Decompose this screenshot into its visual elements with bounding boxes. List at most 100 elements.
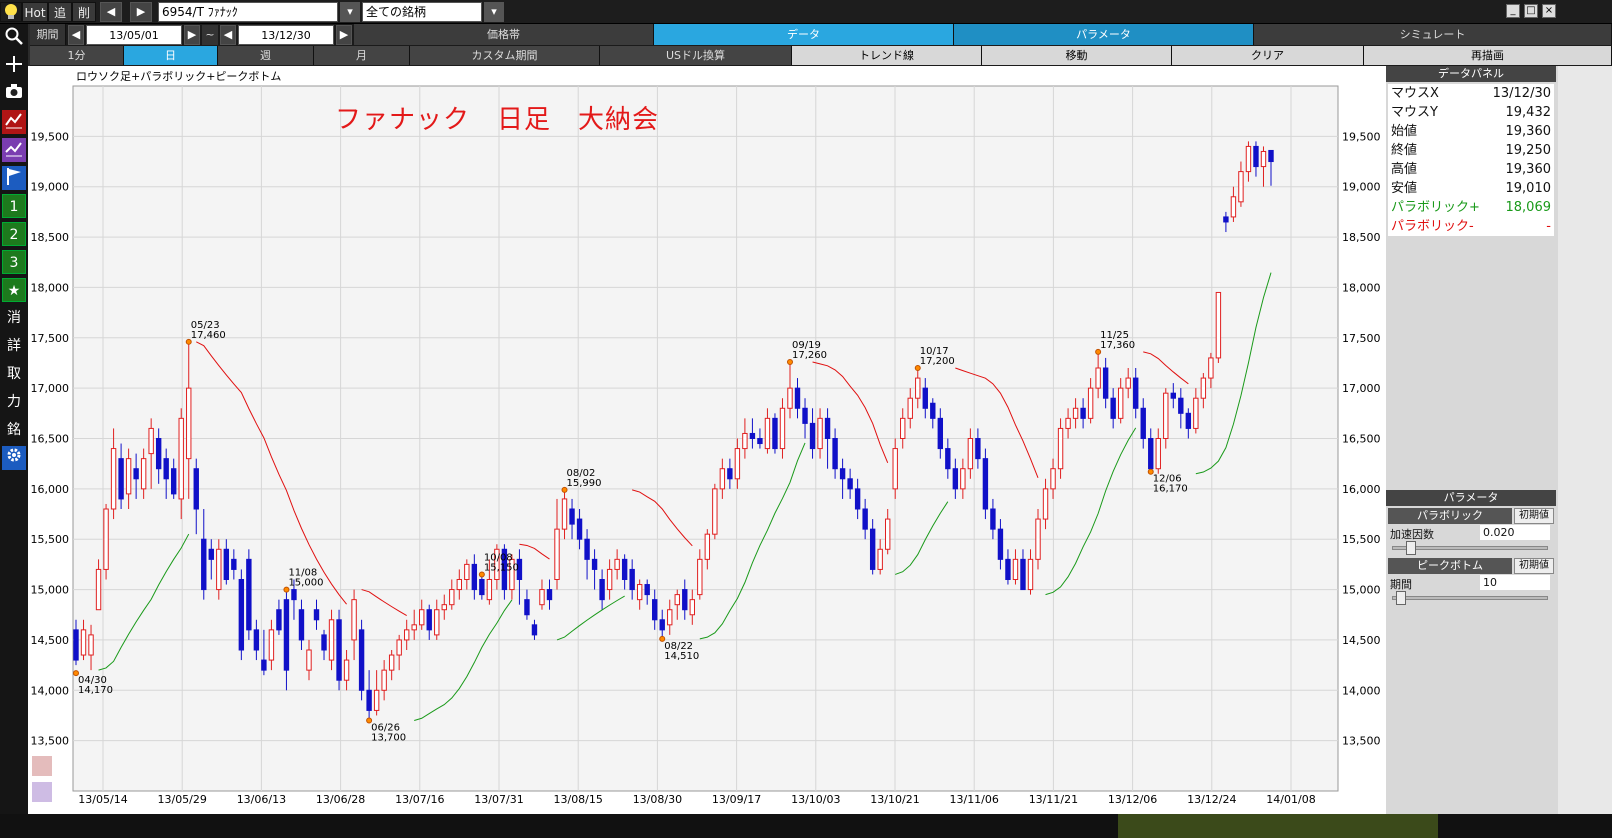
tab-daily[interactable]: 日 — [124, 46, 218, 65]
tab-trendline[interactable]: トレンド線 — [792, 46, 982, 65]
peak-bottom-value: 14,510 — [664, 651, 699, 662]
y-tick-label-right: 16,500 — [1342, 433, 1381, 446]
overlay-chart-icon[interactable] — [32, 756, 52, 776]
fetch-button[interactable]: 取 — [2, 362, 26, 386]
candle-body — [125, 458, 132, 495]
star-icon[interactable]: ★ — [2, 278, 26, 302]
prev-symbol-button[interactable]: ◀ — [100, 2, 122, 22]
close-icon[interactable]: × — [1542, 4, 1556, 18]
y-tick-label-right: 16,000 — [1342, 483, 1381, 496]
crosshair-icon[interactable] — [2, 54, 26, 78]
candle-body — [749, 432, 756, 440]
next-symbol-button[interactable]: ▶ — [130, 2, 152, 22]
period-to-prev[interactable]: ◀ — [220, 25, 236, 45]
candle-body — [261, 659, 267, 671]
candle-body — [621, 558, 628, 581]
candle-body — [1117, 387, 1124, 419]
candle-body — [163, 458, 169, 480]
tab-usd-conversion[interactable]: USドル換算 — [600, 46, 792, 65]
universe-dropdown-button[interactable]: ▾ — [484, 2, 504, 22]
candle-body — [1268, 149, 1274, 163]
data-panel-key: マウスX — [1391, 86, 1439, 101]
overlay-indicator-icon[interactable] — [32, 782, 52, 802]
candle-body — [742, 432, 748, 450]
tab-custom-period[interactable]: カスタム期間 — [410, 46, 600, 65]
hot-button[interactable]: Hot — [22, 2, 48, 22]
y-tick-label: 17,500 — [31, 332, 70, 345]
indicator-chart-icon[interactable] — [2, 138, 26, 162]
period-slider-handle[interactable] — [1396, 591, 1406, 605]
candle-body — [930, 402, 936, 419]
preset-3-button[interactable]: 3 — [2, 250, 26, 274]
parabolic-reset-button[interactable]: 初期値 — [1514, 508, 1554, 524]
lightbulb-icon[interactable] — [0, 2, 22, 22]
peak-bottom-value: 17,460 — [191, 330, 226, 341]
candle-body — [606, 568, 613, 591]
minimize-icon[interactable]: _ — [1506, 4, 1520, 18]
candle-body — [208, 548, 214, 560]
tab-monthly[interactable]: 月 — [314, 46, 410, 65]
period-param-slider[interactable] — [1392, 596, 1548, 600]
line-chart-icon[interactable] — [2, 110, 26, 134]
candle-body — [396, 639, 402, 656]
tab-price-band[interactable]: 価格帯 — [354, 24, 654, 45]
period-from-input[interactable]: 13/05/01 — [86, 25, 182, 45]
y-tick-label: 16,500 — [31, 433, 70, 446]
candle-body — [682, 589, 688, 611]
x-tick-label: 13/05/14 — [78, 793, 127, 806]
stock-button[interactable]: 銘 — [2, 418, 26, 442]
flag-icon[interactable] — [2, 166, 26, 190]
period-param-input[interactable]: 10 — [1480, 575, 1550, 590]
symbol-dropdown-button[interactable]: ▾ — [340, 2, 360, 22]
candle-body — [328, 619, 335, 661]
accel-factor-input[interactable]: 0.020 — [1480, 525, 1550, 540]
data-panel-row: 始値 19,360 — [1388, 122, 1554, 141]
y-tick-label-right: 14,500 — [1342, 634, 1381, 647]
x-tick-label: 13/08/30 — [633, 793, 682, 806]
input-button[interactable]: 力 — [2, 390, 26, 414]
tab-parameters[interactable]: パラメータ — [954, 24, 1254, 45]
tab-redraw[interactable]: 再描画 — [1364, 46, 1612, 65]
camera-icon[interactable] — [2, 82, 26, 106]
data-panel-value: 19,360 — [1505, 162, 1552, 177]
peakbottom-reset-button[interactable]: 初期値 — [1514, 558, 1554, 574]
period-to-next[interactable]: ▶ — [336, 25, 352, 45]
preset-1-button[interactable]: 1 — [2, 194, 26, 218]
period-to-input[interactable]: 13/12/30 — [238, 25, 334, 45]
accel-slider-handle[interactable] — [1406, 541, 1416, 555]
y-tick-label-right: 13,500 — [1342, 735, 1381, 748]
period-from-next[interactable]: ▶ — [184, 25, 200, 45]
universe-select[interactable]: 全ての銘柄 — [362, 2, 482, 22]
candle-body — [118, 458, 124, 500]
detail-button[interactable]: 詳 — [2, 334, 26, 358]
tab-data[interactable]: データ — [654, 24, 954, 45]
search-icon[interactable] — [2, 26, 26, 50]
candle-body — [546, 589, 553, 601]
candle-body — [366, 689, 372, 711]
candlestick-chart[interactable]: 13,500 13,500 14,000 14,000 14,500 14,500 15,0… — [28, 66, 1386, 814]
maximize-icon[interactable]: □ — [1524, 4, 1538, 18]
erase-button[interactable]: 消 — [2, 306, 26, 330]
candle-body — [193, 468, 199, 510]
scroll-thumb[interactable] — [1118, 814, 1438, 838]
gear-icon[interactable] — [2, 446, 26, 470]
tab-move[interactable]: 移動 — [982, 46, 1172, 65]
candle-body — [697, 558, 703, 596]
tab-1min[interactable]: 1分 — [30, 46, 124, 65]
tab-weekly[interactable]: 週 — [218, 46, 314, 65]
candle-body — [757, 438, 763, 445]
preset-2-button[interactable]: 2 — [2, 222, 26, 246]
delete-button[interactable]: 削 — [72, 2, 96, 22]
period-from-prev[interactable]: ◀ — [68, 25, 84, 45]
candle-body — [524, 599, 530, 616]
add-button[interactable]: 追 — [48, 2, 72, 22]
candle-body — [171, 468, 177, 495]
candle-body — [321, 634, 327, 651]
data-panel-value: 13/12/30 — [1492, 86, 1551, 101]
tab-simulate[interactable]: シミュレート — [1254, 24, 1612, 45]
symbol-input[interactable]: 6954/T ﾌｧﾅｯｸ — [158, 2, 338, 22]
candle-body — [667, 609, 673, 626]
timeline-scrollbar[interactable] — [0, 814, 1612, 838]
chart-area[interactable]: 13,500 13,500 14,000 14,000 14,500 14,500 15,0… — [28, 66, 1386, 814]
tab-clear[interactable]: クリア — [1172, 46, 1364, 65]
